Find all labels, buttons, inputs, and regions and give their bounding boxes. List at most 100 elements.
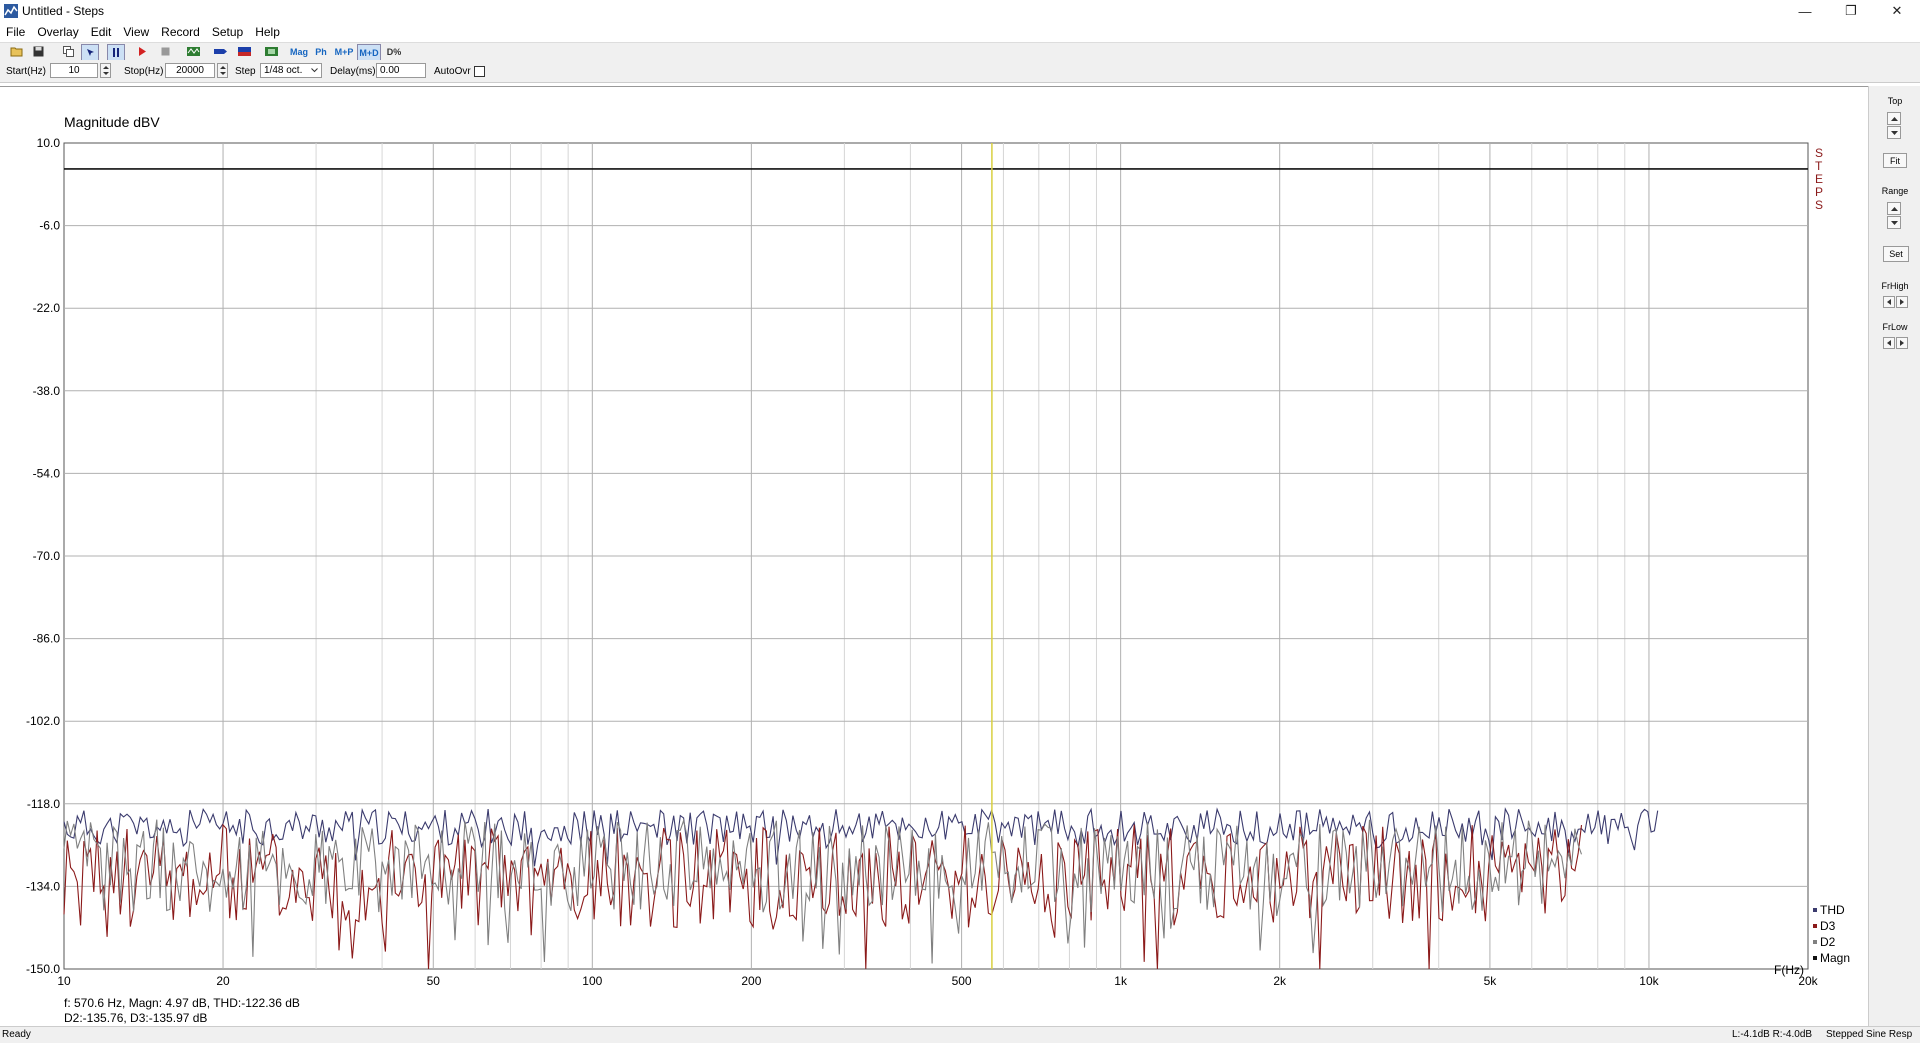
step-select-value: 1/48 oct. — [264, 65, 303, 76]
y-tick-label: -38.0 — [33, 384, 61, 398]
y-tick-label: -134.0 — [26, 879, 60, 893]
magnitude-chart[interactable]: 10.0 -6.0 -22.0 -38.0 -54.0 -70.0 -86.0 -102.0 -… — [0, 87, 1868, 1027]
x-tick-label: 20 — [216, 974, 230, 988]
x-tick-label: 1k — [1114, 974, 1128, 988]
x-axis-labels: 10 20 50 100 200 500 1k 2k 5k 10k 20k — [57, 974, 1818, 988]
range-down-button[interactable] — [1887, 216, 1901, 229]
start-spinner[interactable] — [100, 63, 111, 78]
menu-file[interactable]: File — [0, 25, 31, 39]
window-title: Untitled - Steps — [22, 4, 105, 18]
y-axis-labels: 10.0 -6.0 -22.0 -38.0 -54.0 -70.0 -86.0 -102.0 -… — [26, 136, 60, 976]
stop-spinner[interactable] — [217, 63, 228, 78]
top-down-button[interactable] — [1887, 126, 1901, 139]
parameter-bar: Start(Hz) 10 Stop(Hz) 20000 Step 1/48 oc… — [0, 60, 1920, 83]
open-icon[interactable] — [8, 44, 24, 59]
main-toolbar: Mag Ph M+P M+D D% — [0, 42, 1920, 61]
status-ready: Ready — [2, 1029, 31, 1040]
menu-edit[interactable]: Edit — [85, 25, 118, 39]
arrow-left-icon — [1887, 299, 1891, 305]
y-tick-label: -102.0 — [26, 714, 60, 728]
copy-icon[interactable] — [60, 44, 76, 59]
restore-button[interactable]: ❐ — [1828, 0, 1874, 22]
start-input[interactable]: 10 — [50, 63, 98, 78]
stop-icon[interactable] — [157, 44, 173, 59]
frlow-right-button[interactable] — [1896, 337, 1908, 349]
stop-label: Stop(Hz) — [124, 66, 164, 77]
x-tick-label: 2k — [1273, 974, 1287, 988]
mag-distortion-button[interactable]: M+D — [357, 44, 381, 61]
stop-input[interactable]: 20000 — [165, 63, 215, 78]
mag-button[interactable]: Mag — [288, 44, 310, 59]
frhigh-right-button[interactable] — [1896, 296, 1908, 308]
x-tick-label: 200 — [741, 974, 761, 988]
step-select[interactable]: 1/48 oct. — [260, 63, 322, 78]
save-icon[interactable] — [30, 44, 46, 59]
menu-overlay[interactable]: Overlay — [31, 25, 84, 39]
pause-icon[interactable] — [107, 44, 125, 61]
app-icon — [4, 4, 18, 18]
title-bar: Untitled - Steps — ❐ ✕ — [0, 0, 1920, 22]
x-tick-label: 500 — [952, 974, 972, 988]
legend-item: THD — [1820, 903, 1845, 917]
close-button[interactable]: ✕ — [1874, 0, 1920, 22]
range-up-button[interactable] — [1887, 202, 1901, 215]
generator-icon[interactable] — [185, 44, 201, 59]
cursor-readout-line1: f: 570.6 Hz, Magn: 4.97 dB, THD:-122.36 … — [64, 996, 300, 1010]
fit-button[interactable]: Fit — [1883, 153, 1907, 168]
start-label: Start(Hz) — [6, 66, 46, 77]
input-icon[interactable] — [212, 44, 228, 59]
brand-letter: S — [1815, 146, 1823, 160]
legend-swatch — [1813, 940, 1817, 944]
arrow-down-icon — [1890, 220, 1898, 225]
frhigh-left-button[interactable] — [1883, 296, 1895, 308]
frlow-left-button[interactable] — [1883, 337, 1895, 349]
y-tick-label: -22.0 — [33, 301, 61, 315]
menu-setup[interactable]: Setup — [206, 25, 249, 39]
output-icon[interactable] — [236, 44, 252, 59]
brand-letter: E — [1815, 172, 1823, 186]
brand-letter: T — [1815, 159, 1823, 173]
set-button[interactable]: Set — [1883, 246, 1909, 262]
step-label: Step — [235, 66, 256, 77]
legend-item: D3 — [1820, 919, 1836, 933]
menu-record[interactable]: Record — [155, 25, 206, 39]
legend-swatch — [1813, 956, 1817, 960]
legend: THD D3 D2 Magn — [1813, 903, 1850, 965]
autoovr-label: AutoOvr — [434, 66, 471, 77]
menu-view[interactable]: View — [117, 25, 155, 39]
x-tick-label: 100 — [582, 974, 602, 988]
y-tick-label: -54.0 — [33, 466, 61, 480]
play-icon[interactable] — [134, 44, 150, 59]
status-levels: L:-4.1dB R:-4.0dB — [1732, 1029, 1813, 1040]
chart-title: Magnitude dBV — [64, 114, 160, 130]
legend-swatch — [1813, 908, 1817, 912]
menu-help[interactable]: Help — [249, 25, 286, 39]
autoovr-checkbox[interactable] — [474, 66, 485, 77]
plot-area[interactable]: 10.0 -6.0 -22.0 -38.0 -54.0 -70.0 -86.0 -102.0 -… — [0, 86, 1868, 1027]
status-bar: Ready L:-4.1dB R:-4.0dB Stepped Sine Res… — [0, 1026, 1920, 1043]
y-tick-label: 10.0 — [37, 136, 61, 150]
y-tick-label: -6.0 — [39, 219, 60, 233]
brand-letter: S — [1815, 198, 1823, 212]
right-control-panel: Top Fit Range Set FrHigh FrLow — [1868, 86, 1920, 1026]
brand-letter: P — [1815, 185, 1823, 199]
legend-item: D2 — [1820, 935, 1836, 949]
calibrate-icon[interactable] — [263, 44, 279, 59]
mag-phase-button[interactable]: M+P — [333, 44, 355, 59]
chevron-down-icon — [311, 68, 318, 73]
minimize-button[interactable]: — — [1782, 0, 1828, 22]
delay-input[interactable]: 0.00 — [376, 63, 426, 78]
distortion-percent-button[interactable]: D% — [384, 44, 404, 59]
y-tick-label: -118.0 — [27, 797, 60, 811]
phase-button[interactable]: Ph — [312, 44, 330, 59]
y-tick-label: -70.0 — [33, 549, 61, 563]
legend-item: Magn — [1820, 951, 1850, 965]
cursor-icon[interactable] — [81, 44, 99, 61]
arrow-right-icon — [1900, 299, 1904, 305]
range-label: Range — [1881, 186, 1909, 196]
x-tick-label: 10 — [57, 974, 71, 988]
x-tick-label: 5k — [1484, 974, 1498, 988]
top-up-button[interactable] — [1887, 112, 1901, 125]
frlow-label: FrLow — [1882, 322, 1908, 332]
arrow-right-icon — [1900, 340, 1904, 346]
